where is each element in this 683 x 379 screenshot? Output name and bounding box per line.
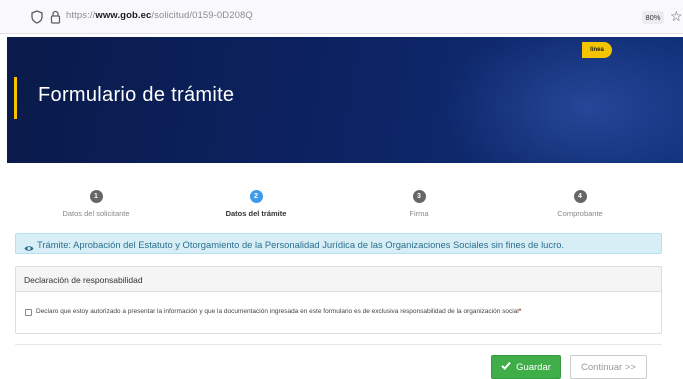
page: https://www.gob.ec/solicitud/0159-0D208Q…: [0, 0, 683, 379]
panel-header: Declaración de responsabilidad: [16, 267, 661, 292]
step-label: Firma: [409, 209, 429, 218]
hero-badge: línea: [582, 42, 612, 58]
declaration-checkbox[interactable]: [25, 309, 32, 316]
hero-banner: línea Formulario de trámite: [7, 37, 683, 163]
url-prefix: https://: [66, 10, 96, 21]
address-bar[interactable]: https://www.gob.ec/solicitud/0159-0D208Q: [66, 10, 253, 21]
step-4: 4 Comprobante: [520, 190, 640, 218]
step-number: 1: [89, 190, 103, 203]
progress-stepper: 1 Datos del solicitante 2 Datos del trám…: [0, 190, 683, 222]
procedure-name: Trámite: Aprobación del Estatuto y Otorg…: [37, 239, 565, 250]
declaration-panel: Declaración de responsabilidad Declaro q…: [15, 266, 662, 334]
step-1: 1 Datos del solicitante: [36, 190, 156, 218]
save-button[interactable]: Guardar: [491, 355, 561, 379]
browser-toolbar: https://www.gob.ec/solicitud/0159-0D208Q…: [0, 0, 683, 34]
step-2: 2 Datos del trámite: [196, 190, 316, 218]
step-3: 3 Firma: [359, 190, 479, 218]
procedure-info-alert: Trámite: Aprobación del Estatuto y Otorg…: [15, 233, 662, 254]
continue-button[interactable]: Continuar >>: [570, 355, 647, 379]
page-title: Formulario de trámite: [38, 84, 235, 106]
bookmark-star-icon[interactable]: ☆: [670, 8, 683, 24]
save-label: Guardar: [516, 361, 551, 373]
declaration-text[interactable]: Declaro que estoy autorizado a presentar…: [36, 308, 521, 315]
declaration-label: Declaro que estoy autorizado a presentar…: [36, 308, 519, 315]
panel-title: Declaración de responsabilidad: [24, 275, 143, 285]
check-icon: [501, 361, 511, 373]
eye-icon: [24, 240, 34, 251]
step-number: 3: [412, 190, 426, 203]
url-domain: www.gob.ec: [95, 10, 152, 21]
lock-icon[interactable]: [48, 10, 62, 24]
step-label: Datos del trámite: [225, 209, 287, 218]
continue-label: Continuar >>: [581, 361, 636, 373]
shield-icon[interactable]: [30, 10, 44, 24]
url-path: /solicitud/0159-0D208Q: [151, 10, 253, 21]
step-label: Comprobante: [557, 209, 603, 218]
step-number: 4: [573, 190, 587, 203]
step-number: 2: [249, 190, 263, 203]
hero-glow: [437, 37, 683, 163]
divider: [15, 344, 662, 345]
step-label: Datos del solicitante: [62, 209, 130, 218]
hero-accent-bar: [14, 77, 17, 119]
required-mark: *: [518, 308, 522, 315]
zoom-level[interactable]: 80%: [642, 11, 664, 24]
